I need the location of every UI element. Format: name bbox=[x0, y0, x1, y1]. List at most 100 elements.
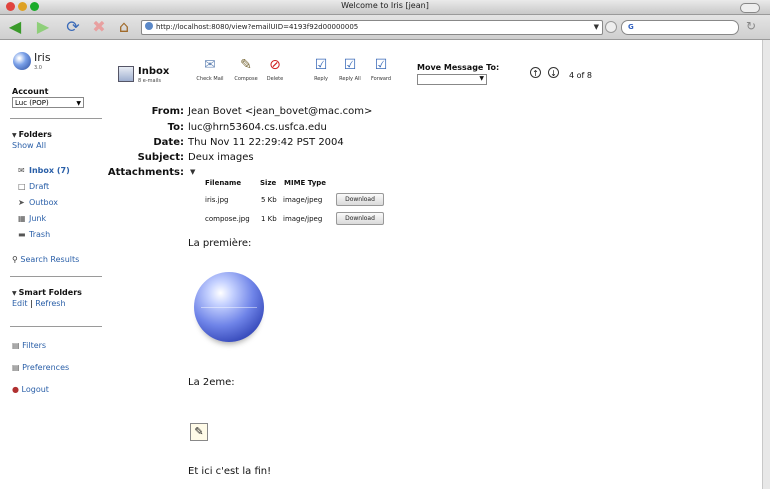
reload-icon[interactable]: ⟳ bbox=[64, 18, 82, 36]
logout-link[interactable]: ● Logout bbox=[12, 385, 49, 394]
move-message-select[interactable]: ▼ bbox=[417, 74, 487, 85]
tool-label: Compose bbox=[234, 76, 258, 82]
sidebar-item-label: Outbox bbox=[29, 198, 58, 207]
filters-label: Filters bbox=[22, 341, 47, 350]
date-value: Thu Nov 11 22:29:42 PST 2004 bbox=[188, 137, 344, 148]
attachment-filename: compose.jpg bbox=[205, 215, 250, 223]
account-label: Account bbox=[12, 87, 49, 96]
next-message-button[interactable]: ↓ bbox=[548, 67, 559, 78]
url-text: http://localhost:8080/view?emailUID=4193… bbox=[156, 23, 359, 31]
attachments-toggle-icon[interactable]: ▼ bbox=[190, 168, 195, 176]
col-header-mime: MIME Type bbox=[284, 179, 327, 187]
sidebar-item-label: Draft bbox=[29, 182, 50, 191]
subject-value: Deux images bbox=[188, 152, 254, 163]
iris-logo-icon bbox=[13, 52, 31, 70]
sidebar-item-junk[interactable]: ▦ Junk bbox=[18, 214, 46, 223]
webpage: Iris 3.0 Account Luc (POP) ▼ ▼ Folders Show… bbox=[0, 40, 762, 489]
preferences-link[interactable]: ▤ Preferences bbox=[12, 363, 69, 372]
chevron-down-icon: ▼ bbox=[479, 75, 484, 82]
attachment-size: 5 Kb bbox=[261, 196, 277, 204]
window-titlebar: Welcome to Iris [jean] bbox=[0, 0, 770, 15]
download-button[interactable]: Download bbox=[336, 193, 384, 206]
brand: Iris 3.0 bbox=[34, 51, 51, 71]
folders-label: Folders bbox=[18, 130, 52, 139]
outbox-icon: ➤ bbox=[18, 198, 25, 207]
col-header-filename: Filename bbox=[205, 179, 242, 187]
forward-button[interactable]: ☑ Forward bbox=[365, 56, 397, 82]
check-mail-icon: ✉ bbox=[204, 57, 216, 73]
attachments-label: Attachments: bbox=[107, 167, 184, 178]
attachment-size: 1 Kb bbox=[261, 215, 277, 223]
check-mail-button[interactable]: ✉ Check Mail bbox=[194, 56, 226, 82]
body-paragraph: Et ici c'est la fin! bbox=[188, 466, 272, 477]
forward-icon: ☑ bbox=[374, 57, 388, 73]
chevron-down-icon: ▼ bbox=[76, 100, 81, 107]
preferences-icon: ▤ bbox=[12, 363, 20, 372]
url-stop-button[interactable] bbox=[605, 21, 617, 33]
smart-folders-actions: Edit | Refresh bbox=[12, 299, 66, 308]
message-counter: 4 of 8 bbox=[569, 71, 592, 80]
site-globe-icon bbox=[145, 22, 153, 30]
back-icon[interactable]: ◀ bbox=[6, 18, 24, 36]
move-message-label: Move Message To: bbox=[417, 63, 500, 72]
attachment-mime: image/jpeg bbox=[283, 215, 323, 223]
sidebar-item-inbox[interactable]: ✉ Inbox (7) bbox=[18, 166, 70, 175]
sidebar-item-draft[interactable]: □ Draft bbox=[18, 182, 49, 191]
logout-label: Logout bbox=[21, 385, 49, 394]
stop-icon[interactable]: ✖ bbox=[90, 18, 108, 36]
page-title: Inbox bbox=[138, 66, 170, 77]
filters-link[interactable]: ▤ Filters bbox=[12, 341, 46, 350]
tool-label: Check Mail bbox=[196, 76, 224, 82]
sidebar-item-trash[interactable]: ▬ Trash bbox=[18, 230, 50, 239]
folders-header[interactable]: ▼ Folders bbox=[12, 130, 52, 139]
reply-button[interactable]: ☑ Reply bbox=[305, 56, 337, 82]
preferences-label: Preferences bbox=[22, 363, 70, 372]
body-paragraph: La première: bbox=[188, 238, 252, 249]
tool-label: Delete bbox=[266, 76, 284, 82]
search-field[interactable]: G bbox=[621, 20, 739, 35]
disclosure-triangle-icon: ▼ bbox=[12, 290, 17, 297]
delete-button[interactable]: ⊘ Delete bbox=[259, 56, 291, 82]
subject-label: Subject: bbox=[137, 152, 184, 163]
tool-label: Reply bbox=[314, 76, 328, 82]
brand-version: 3.0 bbox=[34, 65, 42, 71]
forward-icon[interactable]: ▶ bbox=[34, 18, 52, 36]
globe-line bbox=[201, 307, 257, 308]
refresh-link[interactable]: Refresh bbox=[35, 299, 65, 308]
junk-icon: ▦ bbox=[18, 214, 26, 223]
url-dropdown-icon[interactable]: ▼ bbox=[594, 21, 599, 34]
compose-button[interactable]: ✎ Compose bbox=[230, 56, 262, 82]
divider bbox=[10, 276, 102, 277]
to-value: luc@hrn53604.cs.usfca.edu bbox=[188, 122, 327, 133]
sidebar-item-outbox[interactable]: ➤ Outbox bbox=[18, 198, 58, 207]
brand-name: Iris bbox=[34, 51, 51, 64]
logout-icon: ● bbox=[12, 385, 19, 394]
url-field[interactable]: http://localhost:8080/view?emailUID=4193… bbox=[141, 20, 603, 35]
previous-message-button[interactable]: ↑ bbox=[530, 67, 541, 78]
reply-icon: ☑ bbox=[314, 57, 328, 73]
search-reload-icon[interactable]: ↻ bbox=[746, 19, 756, 33]
col-header-size: Size bbox=[260, 179, 277, 187]
from-value: Jean Bovet <jean_bovet@mac.com> bbox=[188, 106, 373, 117]
smart-folders-header[interactable]: ▼ Smart Folders bbox=[12, 288, 82, 297]
edit-link[interactable]: Edit bbox=[12, 299, 28, 308]
download-button[interactable]: Download bbox=[336, 212, 384, 225]
reply-all-button[interactable]: ☑ Reply All bbox=[334, 56, 366, 82]
tool-label: Forward bbox=[370, 76, 392, 82]
search-results-label: Search Results bbox=[20, 255, 80, 264]
scrollbar[interactable] bbox=[762, 40, 770, 489]
iris-globe-image bbox=[194, 272, 264, 342]
show-all-link[interactable]: Show All bbox=[12, 141, 46, 150]
separator: | bbox=[30, 299, 33, 308]
window-title: Welcome to Iris [jean] bbox=[341, 1, 429, 10]
to-label: To: bbox=[167, 122, 184, 133]
disclosure-triangle-icon: ▼ bbox=[12, 132, 17, 139]
home-icon[interactable]: ⌂ bbox=[115, 18, 133, 36]
account-select[interactable]: Luc (POP) ▼ bbox=[12, 97, 84, 108]
search-results-link[interactable]: ⚲ Search Results bbox=[12, 255, 79, 264]
attachment-mime: image/jpeg bbox=[283, 196, 323, 204]
inbox-count: 8 e-mails bbox=[138, 78, 161, 84]
inbox-icon: ✉ bbox=[18, 166, 25, 175]
toolbar-toggle-button[interactable] bbox=[740, 3, 760, 13]
attachment-filename: iris.jpg bbox=[205, 196, 229, 204]
